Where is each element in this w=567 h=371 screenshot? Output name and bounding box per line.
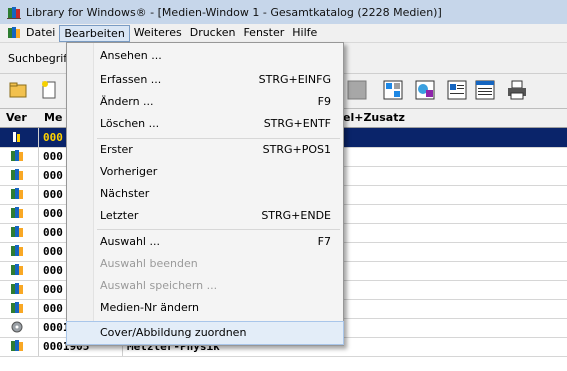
menu-separator	[97, 229, 340, 230]
menu-bearbeiten[interactable]: Bearbeiten	[59, 24, 130, 42]
menu-item-erfassen[interactable]: Erfassen ... STRG+EINFG	[67, 69, 343, 91]
menu-item-label: Ändern ...	[100, 95, 154, 108]
menu-item-label: Erfassen ...	[100, 73, 162, 86]
menu-item-label: Löschen ...	[100, 117, 160, 130]
menu-item-label: Erster	[100, 143, 133, 156]
menu-item-label: Letzter	[100, 209, 139, 222]
menu-item-shortcut: F7	[317, 235, 331, 248]
menu-item-label: Cover/Abbildung zuordnen	[100, 326, 247, 339]
title-bar: Library for Windows® - [Medien-Window 1 …	[0, 0, 567, 24]
menu-drucken[interactable]: Drucken	[186, 25, 240, 41]
header-ver[interactable]: Ver	[6, 111, 27, 124]
book-icon	[11, 169, 24, 181]
menu-item-ändern[interactable]: Ändern ... F9	[67, 91, 343, 113]
media-catalog-icon[interactable]	[414, 79, 436, 101]
window-title: Library for Windows® - [Medien-Window 1 …	[26, 5, 442, 19]
menu-item-nächster[interactable]: Nächster	[67, 183, 343, 205]
grid-layout-icon[interactable]	[382, 79, 404, 101]
menu-item-shortcut: F9	[317, 95, 331, 108]
menu-item-shortcut: STRG+ENDE	[261, 209, 331, 222]
edit-dropdown-menu: Ansehen ... Erfassen ... STRG+EINFG Ändern …	[66, 42, 344, 346]
menu-item-auswahl-beenden: Auswahl beenden	[67, 253, 343, 275]
menu-item-label: Auswahl beenden	[100, 257, 198, 270]
book-icon	[11, 264, 24, 276]
menu-item-erster[interactable]: Erster STRG+POS1	[67, 139, 343, 161]
menu-item-löschen[interactable]: Löschen ... STRG+ENTF	[67, 113, 343, 135]
book-icon	[11, 340, 24, 352]
menu-item-shortcut: STRG+EINFG	[258, 73, 331, 86]
book-icon	[11, 150, 24, 162]
header-titel-zusatz[interactable]: el+Zusatz	[343, 111, 405, 124]
list-view-icon[interactable]	[474, 79, 496, 101]
menu-datei[interactable]: Datei	[22, 25, 59, 41]
gray-box-icon[interactable]	[346, 79, 368, 101]
new-document-icon[interactable]	[38, 79, 60, 101]
menu-weiteres[interactable]: Weiteres	[130, 25, 186, 41]
menu-item-cover-abbildung-zuordnen[interactable]: Cover/Abbildung zuordnen	[66, 321, 344, 345]
menu-item-label: Vorheriger	[100, 165, 158, 178]
menu-item-label: Auswahl ...	[100, 235, 160, 248]
book-icon	[11, 131, 24, 143]
menu-item-shortcut: STRG+POS1	[262, 143, 331, 156]
book-icon	[11, 207, 24, 219]
book-icon	[11, 283, 24, 295]
menu-item-label: Auswahl speichern ...	[100, 279, 218, 292]
book-icon	[11, 245, 24, 257]
menu-item-medien-nr-ändern[interactable]: Medien-Nr ändern	[67, 297, 343, 319]
menu-item-label: Medien-Nr ändern	[100, 301, 200, 314]
document-books-icon[interactable]	[7, 27, 21, 39]
menu-item-shortcut: STRG+ENTF	[263, 117, 331, 130]
menu-separator	[97, 138, 340, 139]
header-medien-nr[interactable]: Me	[44, 111, 62, 124]
menu-fenster[interactable]: Fenster	[239, 25, 288, 41]
media-disc-icon	[11, 321, 24, 333]
book-icon	[11, 302, 24, 314]
app-books-icon	[7, 6, 22, 19]
menu-item-label: Nächster	[100, 187, 150, 200]
menu-bar: Datei Bearbeiten Weiteres Drucken Fenste…	[0, 24, 567, 43]
form-view-icon[interactable]	[446, 79, 468, 101]
book-icon	[11, 226, 24, 238]
menu-item-vorheriger[interactable]: Vorheriger	[67, 161, 343, 183]
open-folder-icon[interactable]	[8, 79, 30, 101]
menu-item-letzter[interactable]: Letzter STRG+ENDE	[67, 205, 343, 227]
printer-icon[interactable]	[506, 79, 528, 101]
book-icon	[11, 188, 24, 200]
menu-item-auswahl[interactable]: Auswahl ... F7	[67, 231, 343, 253]
menu-item-ansehen[interactable]: Ansehen ...	[67, 45, 343, 67]
menu-item-label: Ansehen ...	[100, 49, 162, 62]
menu-item-auswahl-speichern: Auswahl speichern ...	[67, 275, 343, 297]
menu-hilfe[interactable]: Hilfe	[288, 25, 321, 41]
search-label: Suchbegrif	[8, 52, 68, 65]
